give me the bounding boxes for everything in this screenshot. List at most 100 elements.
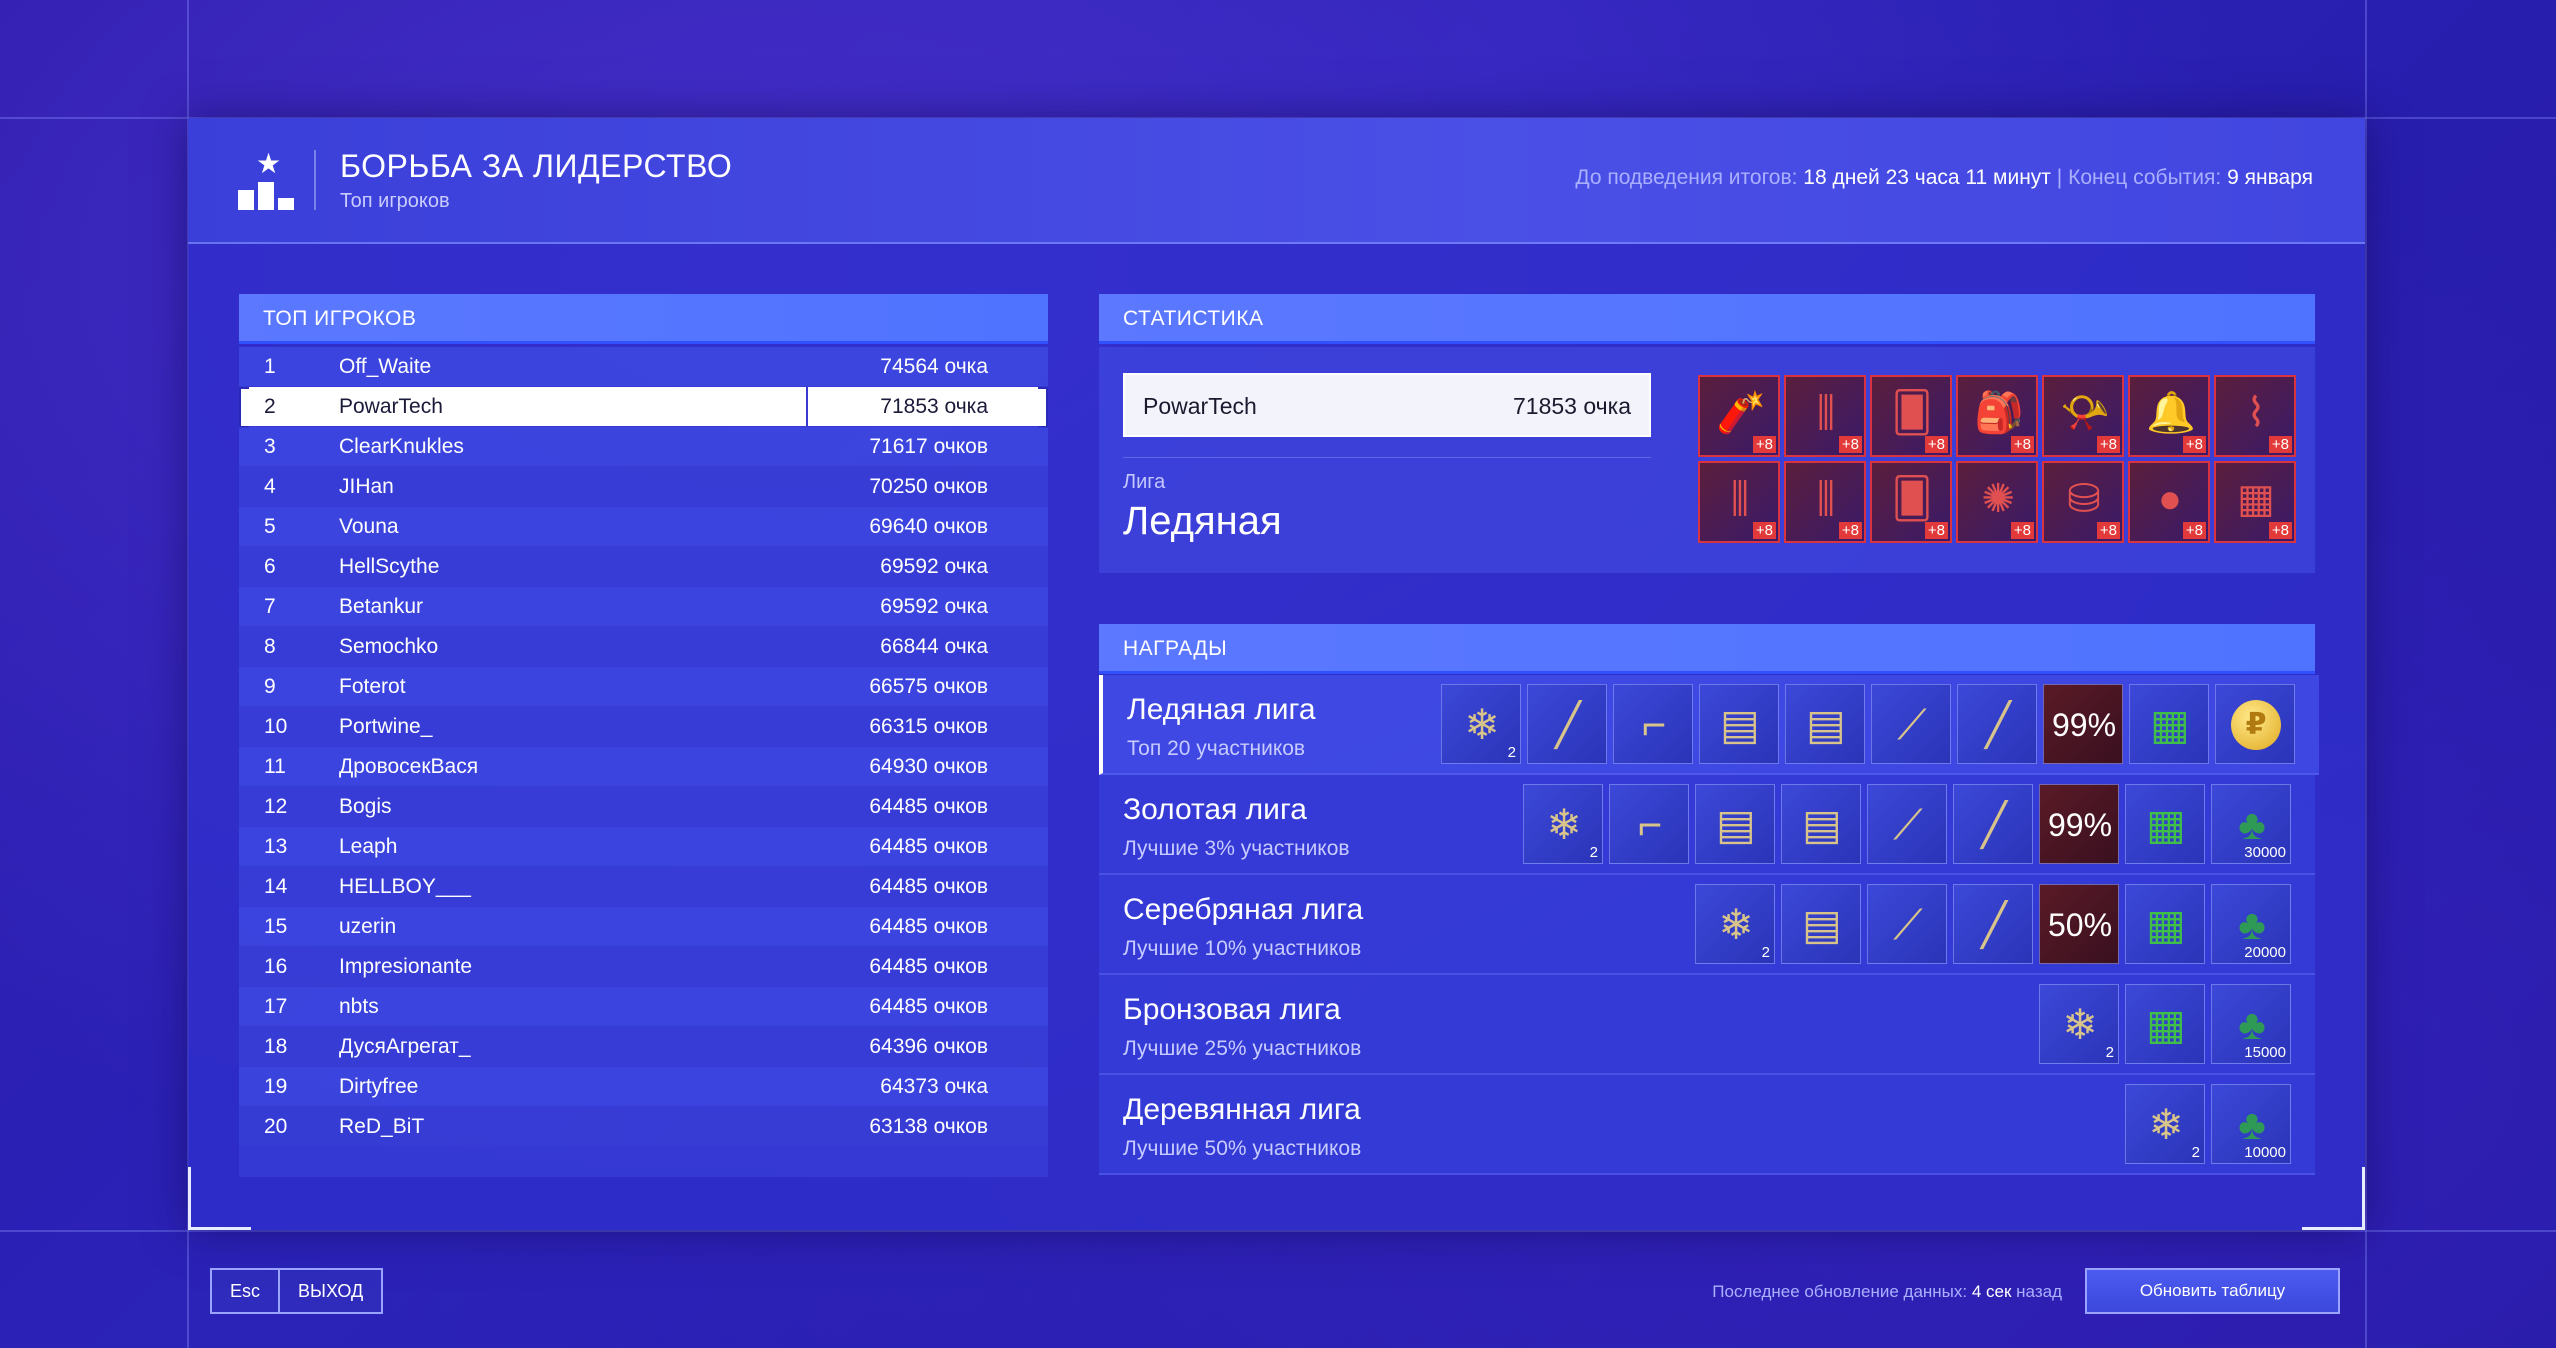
candy-cane-icon[interactable]: ⌇ +8	[2214, 375, 2296, 457]
pistol-icon[interactable]: ⌐	[1613, 684, 1693, 764]
table-row[interactable]: 19 Dirtyfree 64373 очка	[239, 1067, 1048, 1106]
table-row[interactable]: 15 uzerin 64485 очков	[239, 907, 1048, 946]
rifle-icon[interactable]: ╱	[1527, 684, 1607, 764]
reward-league-row[interactable]: Ледяная лига Топ 20 участников ❄ 2 ╱ ⌐ ▤ ▤ ⟋ ╱ 99%…	[1099, 675, 2319, 775]
gift-icon[interactable]: ▦	[2125, 984, 2205, 1064]
cone-icon[interactable]: ♣ 15000	[2211, 984, 2291, 1064]
player-rank: 13	[264, 835, 288, 858]
gift-icon[interactable]: ▦	[2125, 784, 2205, 864]
player-rank: 18	[264, 1035, 288, 1058]
ammo-icon[interactable]: ▤	[1785, 684, 1865, 764]
cone-icon[interactable]: ♣ 10000	[2211, 1084, 2291, 1164]
player-rank: 17	[264, 995, 288, 1018]
table-row[interactable]: 17 nbts 64485 очков	[239, 987, 1048, 1026]
player-score: 71617 очков	[869, 435, 988, 458]
table-row[interactable]: 4 JIHan 70250 очков	[239, 467, 1048, 506]
coin-icon[interactable]: ₽	[2215, 684, 2295, 764]
ammo-icon: ▤	[1802, 901, 1842, 948]
table-row[interactable]: 5 Vouna 69640 очков	[239, 507, 1048, 546]
ammo-icon[interactable]: ▤	[1695, 784, 1775, 864]
backpack-icon[interactable]: 🎒 +8	[1956, 375, 2038, 457]
player-name: Vouna	[339, 515, 399, 538]
reward-league-row[interactable]: Золотая лига Лучшие 3% участников ❄ 2 ⌐ ▤ ▤ ⟋ ╱ 9…	[1099, 775, 2315, 875]
ammo-icon[interactable]: ▤	[1781, 884, 1861, 964]
cone-icon[interactable]: ♣ 30000	[2211, 784, 2291, 864]
ammo-icon: ▤	[1720, 701, 1760, 748]
item-badge: +8	[2268, 436, 2292, 453]
player-score: 71853 очка	[880, 395, 988, 418]
player-score: 64485 очков	[869, 915, 988, 938]
reward-league-row[interactable]: Серебряная лига Лучшие 10% участников ❄ 2 ▤ ⟋…	[1099, 875, 2315, 975]
snowflake-icon[interactable]: ❄ 2	[1441, 684, 1521, 764]
cards-icon[interactable]: 🂠 +8	[1870, 461, 1952, 543]
rifle-icon[interactable]: ╱	[1953, 784, 2033, 864]
cone-icon[interactable]: ♣ 20000	[2211, 884, 2291, 964]
table-row[interactable]: 7 Betankur 69592 очка	[239, 587, 1048, 626]
sniper-icon[interactable]: ⟋	[1867, 784, 1947, 864]
table-row[interactable]: 18 ДусяАгрегат_ 64396 очков	[239, 1027, 1048, 1066]
table-row[interactable]: 2 PowarTech 71853 очка	[239, 387, 1048, 428]
gift-icon[interactable]: ▦	[2125, 884, 2205, 964]
player-rank: 12	[264, 795, 288, 818]
table-row[interactable]: 8 Semochko 66844 очка	[239, 627, 1048, 666]
table-row[interactable]: 3 ClearKnukles 71617 очков	[239, 427, 1048, 466]
gift-icon[interactable]: ▦	[2129, 684, 2209, 764]
player-rank: 19	[264, 1075, 288, 1098]
player-name: Dirtyfree	[339, 1075, 419, 1098]
table-row[interactable]: 13 Leaph 64485 очков	[239, 827, 1048, 866]
horn-icon[interactable]: 📯 +8	[2042, 375, 2124, 457]
cards-icon[interactable]: 🂠 +8	[1870, 375, 1952, 457]
last-update: Последнее обновление данных: 4 сек назад	[1712, 1282, 2062, 1302]
snowflake-icon[interactable]: ❄ 2	[1523, 784, 1603, 864]
ammo-icon: ▤	[1716, 801, 1756, 848]
top-players-table[interactable]: 1 Off_Waite 74564 очка 2 PowarTech 71853 очка…	[239, 347, 1048, 1177]
bag-icon[interactable]: ⛁ +8	[2042, 461, 2124, 543]
league-desc: Лучшие 25% участников	[1123, 1037, 1362, 1060]
item-badge: +8	[2010, 436, 2034, 453]
item-count: 2	[1761, 944, 1770, 961]
sniper-icon[interactable]: ⟋	[1867, 884, 1947, 964]
discount-badge[interactable]: 99%	[2039, 784, 2119, 864]
exit-button[interactable]: Esc ВЫХОД	[210, 1268, 384, 1314]
player-name: PowarTech	[1143, 393, 1257, 419]
ammo-icon[interactable]: ▤	[1699, 684, 1779, 764]
reward-league-row[interactable]: Бронзовая лига Лучшие 25% участников ❄ 2 ▦ ♣ 1…	[1099, 975, 2315, 1075]
snowflake-icon[interactable]: ❄ 2	[1695, 884, 1775, 964]
table-row[interactable]: 9 Foterot 66575 очков	[239, 667, 1048, 706]
table-row[interactable]: 20 ReD_BiT 63138 очков	[239, 1107, 1048, 1146]
bells-icon[interactable]: 🔔 +8	[2128, 375, 2210, 457]
table-row[interactable]: 16 Impresionante 64485 очков	[239, 947, 1048, 986]
sniper-icon[interactable]: ⟋	[1871, 684, 1951, 764]
reward-league-row[interactable]: Деревянная лига Лучшие 50% участников ❄ 2 ♣ 1…	[1099, 1075, 2315, 1175]
grenade-icon[interactable]: ● +8	[2128, 461, 2210, 543]
table-row[interactable]: 1 Off_Waite 74564 очка	[239, 347, 1048, 386]
table-row[interactable]: 10 Portwine_ 66315 очков	[239, 707, 1048, 746]
snowflake-icon[interactable]: ❄ 2	[2039, 984, 2119, 1064]
table-row[interactable]: 11 ДровосекВася 64930 очков	[239, 747, 1048, 786]
bars-icon[interactable]: ⫼ +8	[1784, 461, 1866, 543]
dynamite-icon[interactable]: 🧨 +8	[1698, 375, 1780, 457]
table-row[interactable]: 6 HellScythe 69592 очка	[239, 547, 1048, 586]
discount-badge[interactable]: 50%	[2039, 884, 2119, 964]
player-name: Foterot	[339, 675, 406, 698]
gift-icon: ▦	[2237, 477, 2275, 521]
bag-icon: ⛁	[2067, 477, 2101, 521]
player-score: 64485 очков	[869, 835, 988, 858]
table-row[interactable]: 12 Bogis 64485 очков	[239, 787, 1048, 826]
snowflake-icon[interactable]: ❄ 2	[2125, 1084, 2205, 1164]
refresh-table-button[interactable]: Обновить таблицу	[2085, 1268, 2340, 1314]
bars-icon[interactable]: ⫼ +8	[1784, 375, 1866, 457]
player-name: ДровосекВася	[339, 755, 479, 778]
gift-icon: ▦	[2150, 701, 2190, 748]
rifle-icon[interactable]: ╱	[1957, 684, 2037, 764]
top-players-header: ТОП ИГРОКОВ	[239, 294, 1048, 344]
ornament-icon[interactable]: ✺ +8	[1956, 461, 2038, 543]
pistol-icon[interactable]: ⌐	[1609, 784, 1689, 864]
podium-icon: ★	[238, 150, 298, 210]
table-row[interactable]: 14 HELLBOY___ 64485 очков	[239, 867, 1048, 906]
ammo-icon[interactable]: ▤	[1781, 784, 1861, 864]
bars-icon[interactable]: ⫼ +8	[1698, 461, 1780, 543]
gift-icon[interactable]: ▦ +8	[2214, 461, 2296, 543]
discount-badge[interactable]: 99%	[2043, 684, 2123, 764]
rifle-icon[interactable]: ╱	[1953, 884, 2033, 964]
